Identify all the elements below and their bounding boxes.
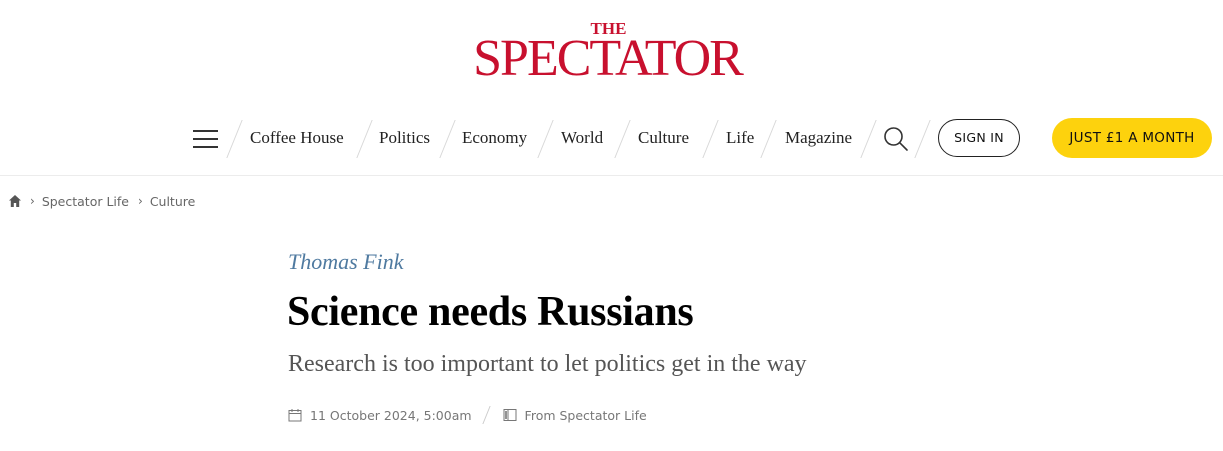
article-meta: 11 October 2024, 5:00am From Spectator L… — [288, 405, 647, 425]
subscribe-button[interactable]: JUST £1 A MONTH — [1052, 118, 1212, 158]
nav-item-coffee-house[interactable]: Coffee House — [250, 112, 344, 164]
nav-divider — [439, 120, 456, 158]
nav-divider — [760, 120, 777, 158]
spectator-logo[interactable]: THE SPECTATOR — [0, 20, 1213, 85]
logo-name: SPECTATOR — [473, 30, 744, 87]
nav-item-culture[interactable]: Culture — [638, 112, 689, 164]
chevron-right-icon: › — [30, 194, 35, 208]
article-author[interactable]: Thomas Fink — [288, 249, 404, 275]
breadcrumb-item-culture[interactable]: Culture — [150, 194, 196, 209]
nav-divider — [914, 120, 931, 158]
nav-item-politics[interactable]: Politics — [379, 112, 430, 164]
article-date: 11 October 2024, 5:00am — [310, 407, 472, 423]
nav-divider — [356, 120, 373, 158]
breadcrumb: › Spectator Life › Culture — [8, 192, 204, 210]
chevron-right-icon: › — [138, 194, 143, 208]
nav-item-magazine[interactable]: Magazine — [785, 112, 852, 164]
nav-divider — [614, 120, 631, 158]
meta-divider — [481, 406, 491, 424]
nav-bottom-divider — [0, 175, 1223, 176]
main-nav: Coffee House Politics Economy World Cult… — [0, 112, 1223, 164]
article-source[interactable]: From Spectator Life — [525, 408, 647, 423]
sign-in-button[interactable]: SIGN IN — [938, 119, 1020, 157]
calendar-icon — [288, 409, 302, 422]
book-icon — [503, 409, 517, 421]
hamburger-menu-icon[interactable] — [193, 128, 218, 150]
article-standfirst: Research is too important to let politic… — [288, 351, 807, 377]
article-title: Science needs Russians — [287, 289, 694, 335]
breadcrumb-item-spectator-life[interactable]: Spectator Life — [42, 194, 129, 209]
search-icon[interactable] — [882, 125, 910, 153]
nav-divider — [537, 120, 554, 158]
nav-item-economy[interactable]: Economy — [462, 112, 527, 164]
home-icon[interactable] — [8, 194, 22, 208]
nav-item-world[interactable]: World — [561, 112, 603, 164]
nav-item-life[interactable]: Life — [726, 112, 754, 164]
nav-divider — [702, 120, 719, 158]
nav-divider — [226, 120, 243, 158]
nav-divider — [860, 120, 877, 158]
